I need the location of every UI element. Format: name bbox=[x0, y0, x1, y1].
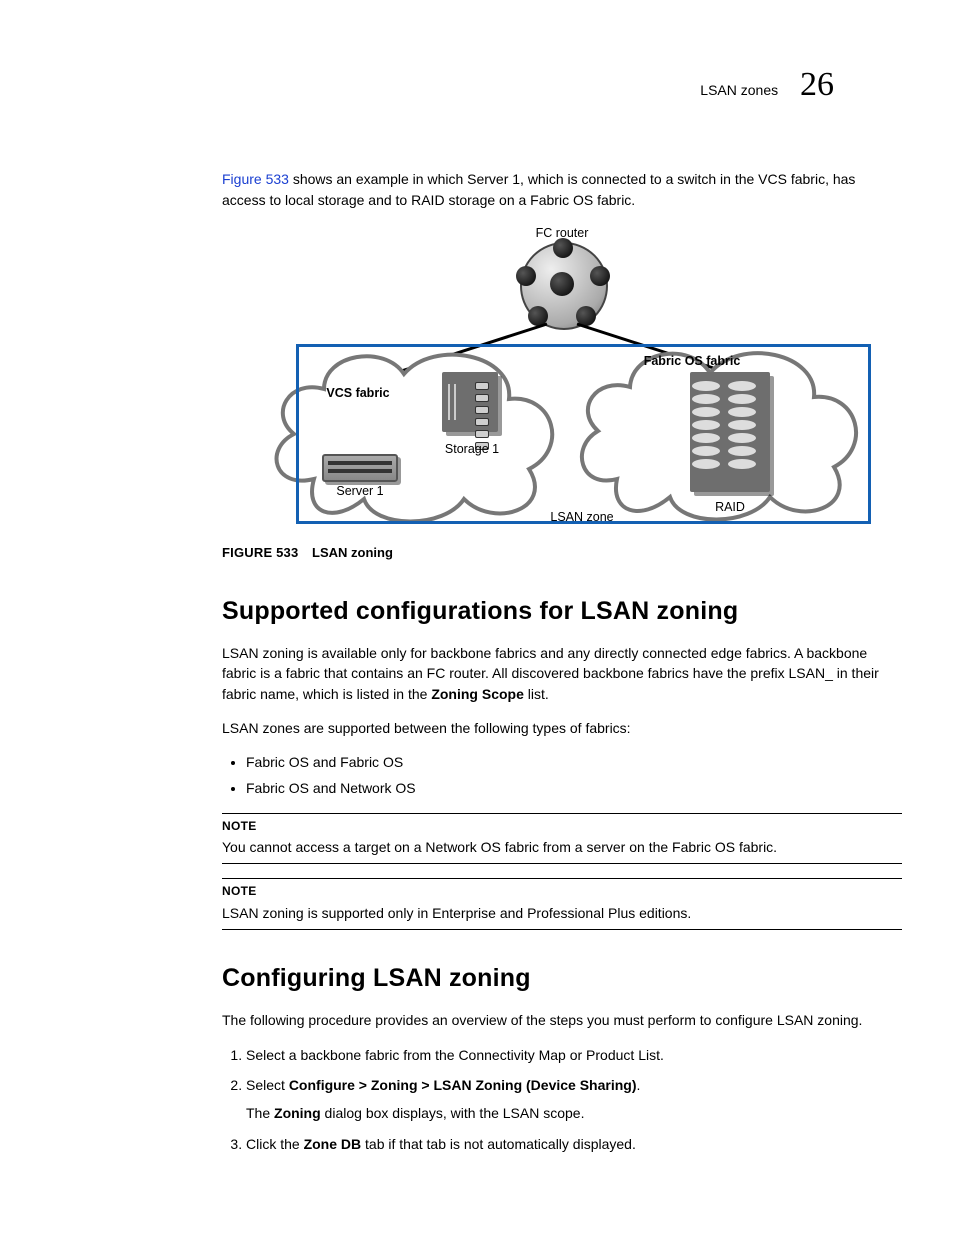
storage-1-icon bbox=[442, 372, 498, 432]
server-1-label: Server 1 bbox=[320, 482, 400, 500]
raid-icon bbox=[690, 372, 770, 492]
step-2: Select Configure > Zoning > LSAN Zoning … bbox=[246, 1075, 902, 1124]
note-label: NOTE bbox=[222, 883, 902, 900]
steps-list: Select a backbone fabric from the Connec… bbox=[222, 1045, 902, 1154]
chapter-number: 26 bbox=[800, 60, 834, 109]
zoning-dialog-term: Zoning bbox=[274, 1105, 321, 1121]
storage-1-label: Storage 1 bbox=[436, 440, 508, 458]
figure-title: LSAN zoning bbox=[312, 545, 393, 560]
step-1: Select a backbone fabric from the Connec… bbox=[246, 1045, 902, 1065]
note-text: You cannot access a target on a Network … bbox=[222, 837, 902, 857]
page-header: LSAN zones 26 bbox=[60, 60, 834, 109]
menu-path: Configure > Zoning > LSAN Zoning (Device… bbox=[289, 1077, 637, 1093]
section1-para1: LSAN zoning is available only for backbo… bbox=[222, 643, 902, 704]
note-block-2: NOTE LSAN zoning is supported only in En… bbox=[222, 878, 902, 930]
note-block-1: NOTE You cannot access a target on a Net… bbox=[222, 813, 902, 865]
fabric-types-list: Fabric OS and Fabric OS Fabric OS and Ne… bbox=[222, 752, 902, 799]
list-item: Fabric OS and Network OS bbox=[246, 778, 902, 798]
zoning-scope-term: Zoning Scope bbox=[431, 686, 524, 702]
supported-configurations-heading: Supported configurations for LSAN zoning bbox=[222, 593, 902, 629]
zone-db-tab-term: Zone DB bbox=[304, 1136, 362, 1152]
note-text: LSAN zoning is supported only in Enterpr… bbox=[222, 903, 902, 923]
intro-text: shows an example in which Server 1, whic… bbox=[222, 171, 855, 207]
figure-caption: FIGURE 533 LSAN zoning bbox=[222, 544, 902, 563]
fabric-os-label: Fabric OS fabric bbox=[632, 352, 752, 370]
figure-link[interactable]: Figure 533 bbox=[222, 171, 289, 187]
step-2-sub: The Zoning dialog box displays, with the… bbox=[246, 1103, 902, 1123]
vcs-fabric-label: VCS fabric bbox=[318, 384, 398, 402]
server-1-icon bbox=[322, 454, 398, 482]
lsan-zone-label: LSAN zone bbox=[542, 508, 622, 526]
step-3: Click the Zone DB tab if that tab is not… bbox=[246, 1134, 902, 1154]
intro-paragraph: Figure 533 shows an example in which Ser… bbox=[222, 169, 902, 210]
figure-number: FIGURE 533 bbox=[222, 545, 298, 560]
lsan-zoning-diagram: FC router bbox=[262, 224, 862, 534]
section2-intro: The following procedure provides an over… bbox=[222, 1010, 902, 1030]
header-section-title: LSAN zones bbox=[700, 80, 778, 100]
raid-label: RAID bbox=[700, 498, 760, 516]
configuring-lsan-heading: Configuring LSAN zoning bbox=[222, 960, 902, 996]
list-item: Fabric OS and Fabric OS bbox=[246, 752, 902, 772]
note-label: NOTE bbox=[222, 818, 902, 835]
section1-para2: LSAN zones are supported between the fol… bbox=[222, 718, 902, 738]
